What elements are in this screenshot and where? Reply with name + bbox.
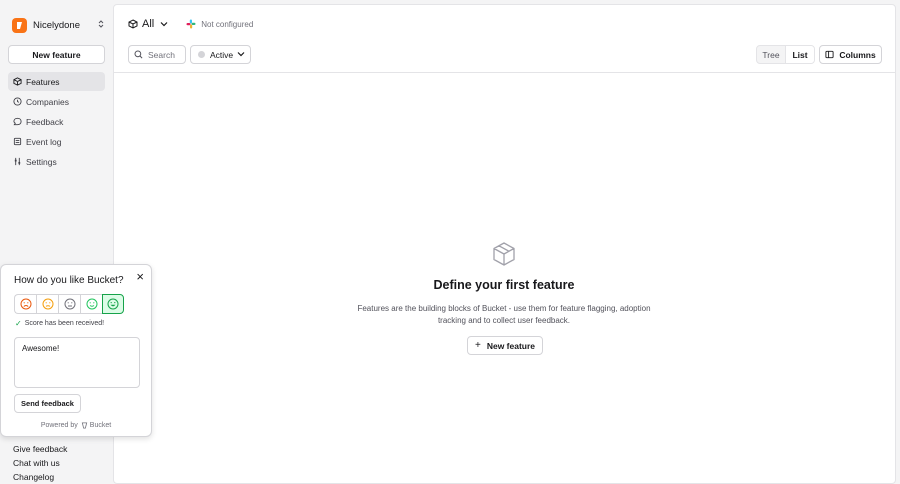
changelog-link[interactable]: Changelog bbox=[13, 470, 67, 484]
sidebar-item-settings[interactable]: Settings bbox=[8, 152, 105, 171]
score-neutral-button[interactable] bbox=[58, 294, 80, 314]
view-tree-button[interactable]: Tree bbox=[757, 46, 785, 63]
columns-label: Columns bbox=[839, 49, 876, 60]
neutral-face-icon bbox=[64, 298, 75, 310]
main-panel: All Not configured Search Active Tree Li… bbox=[113, 4, 896, 484]
box-icon bbox=[13, 77, 22, 86]
empty-state-title: Define your first feature bbox=[433, 278, 575, 292]
very-happy-face-icon bbox=[107, 298, 119, 310]
environment-label: All bbox=[142, 18, 155, 30]
search-placeholder: Search bbox=[148, 49, 175, 60]
status-filter-label: Active bbox=[210, 49, 234, 60]
feedback-comment-textarea[interactable]: Awesome! bbox=[14, 337, 140, 388]
powered-by: Powered by Bucket bbox=[1, 422, 151, 429]
empty-new-feature-button[interactable]: + New feature bbox=[467, 336, 543, 355]
chevron-up-down-icon bbox=[98, 19, 104, 31]
very-unhappy-face-icon bbox=[20, 298, 31, 310]
empty-state: Define your first feature Features are t… bbox=[354, 241, 654, 355]
bucket-logo-icon bbox=[17, 21, 22, 29]
close-icon[interactable]: × bbox=[136, 270, 144, 284]
unhappy-face-icon bbox=[42, 298, 53, 310]
columns-button[interactable]: Columns bbox=[819, 45, 882, 64]
plus-icon: + bbox=[474, 340, 481, 351]
view-toggle: Tree List bbox=[756, 45, 815, 64]
feedback-widget: How do you like Bucket? × ✓ Score has be… bbox=[0, 264, 152, 437]
org-logo bbox=[12, 17, 27, 33]
slack-icon bbox=[186, 19, 196, 29]
send-feedback-button[interactable]: Send feedback bbox=[14, 394, 81, 413]
chat-with-us-link[interactable]: Chat with us bbox=[13, 456, 67, 470]
clock-icon bbox=[13, 97, 22, 106]
view-list-button[interactable]: List bbox=[785, 46, 814, 63]
sidebar-item-companies[interactable]: Companies bbox=[8, 92, 105, 111]
box-icon bbox=[128, 19, 138, 29]
feedback-question: How do you like Bucket? bbox=[14, 275, 124, 286]
speech-bubble-icon bbox=[13, 117, 22, 126]
sidebar-item-label: Features bbox=[26, 76, 60, 87]
new-feature-button[interactable]: New feature bbox=[8, 45, 105, 64]
list-icon bbox=[13, 137, 22, 146]
sidebar-item-label: Feedback bbox=[26, 116, 64, 127]
score-received-text: Score has been received! bbox=[24, 320, 105, 327]
sidebar-nav: Features Companies Feedback Event log Se… bbox=[8, 72, 105, 172]
sidebar-item-features[interactable]: Features bbox=[8, 72, 105, 91]
sidebar-item-feedback[interactable]: Feedback bbox=[8, 112, 105, 131]
score-very-unhappy-button[interactable] bbox=[14, 294, 36, 314]
give-feedback-link[interactable]: Give feedback bbox=[13, 442, 67, 456]
sidebar-footer-links: Give feedback Chat with us Changelog bbox=[13, 442, 67, 484]
chevron-down-icon bbox=[160, 22, 168, 27]
score-selector bbox=[14, 294, 124, 314]
score-unhappy-button[interactable] bbox=[36, 294, 58, 314]
powered-by-text: Powered by bbox=[40, 422, 78, 429]
search-input[interactable]: Search bbox=[128, 45, 186, 64]
page-header: All Not configured bbox=[128, 18, 253, 30]
sidebar-item-label: Event log bbox=[26, 136, 62, 147]
box-icon bbox=[493, 242, 515, 266]
sidebar-item-label: Settings bbox=[26, 156, 57, 167]
org-name: Nicelydone bbox=[33, 19, 80, 31]
search-icon bbox=[134, 50, 143, 59]
status-dot bbox=[198, 51, 205, 58]
score-happy-button[interactable] bbox=[80, 294, 102, 314]
sidebar-item-label: Companies bbox=[26, 96, 69, 107]
toolbar-divider bbox=[114, 72, 895, 73]
happy-face-icon bbox=[86, 298, 97, 310]
columns-icon bbox=[825, 50, 834, 59]
check-icon: ✓ bbox=[15, 319, 22, 328]
org-switcher[interactable]: Nicelydone bbox=[12, 16, 104, 34]
environment-selector[interactable]: All bbox=[128, 18, 172, 30]
status-filter[interactable]: Active bbox=[190, 45, 251, 64]
chevron-down-icon bbox=[237, 52, 245, 57]
empty-state-description: Features are the building blocks of Buck… bbox=[357, 304, 651, 325]
score-received-message: ✓ Score has been received! bbox=[15, 319, 104, 328]
config-status-label: Not configured bbox=[201, 19, 254, 29]
score-very-happy-button[interactable] bbox=[102, 294, 124, 314]
sidebar-item-event-log[interactable]: Event log bbox=[8, 132, 105, 151]
config-status[interactable]: Not configured bbox=[186, 19, 253, 29]
sliders-icon bbox=[14, 157, 21, 166]
powered-by-brand[interactable]: Bucket bbox=[90, 422, 111, 429]
bucket-logo-icon bbox=[81, 422, 87, 429]
empty-new-feature-label: New feature bbox=[486, 340, 536, 351]
